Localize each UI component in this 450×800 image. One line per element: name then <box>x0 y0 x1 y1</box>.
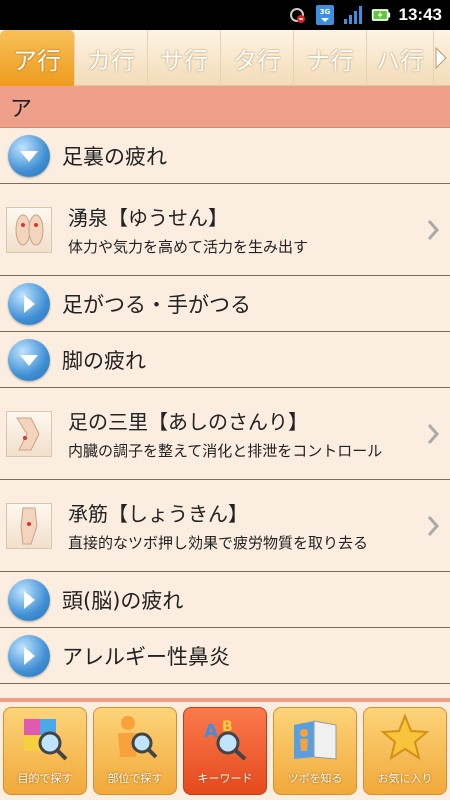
status-bar: 3G 13:43 <box>0 0 450 30</box>
network-3g-icon: 3G <box>315 5 335 25</box>
category-label: 頭(脳)の疲れ <box>62 588 184 613</box>
collapse-icon <box>8 338 50 381</box>
tab-ha-row[interactable]: ハ行 <box>367 30 434 86</box>
search-by-purpose-button[interactable]: 目的で探す <box>3 707 87 795</box>
tsubo-description: 体力や気力を高めて活力を生み出す <box>68 238 309 256</box>
tab-label: ア行 <box>13 46 61 75</box>
expand-icon <box>8 282 50 325</box>
tsubo-item-row[interactable]: 承筋【しょうきん】 直接的なツボ押し効果で疲労物質を取り去る <box>0 480 450 572</box>
tab-label: ナ行 <box>306 46 354 75</box>
category-row[interactable]: 頭(脳)の疲れ <box>0 572 450 628</box>
foot-sole-thumbnail <box>6 206 52 253</box>
tab-label: タ行 <box>233 46 281 75</box>
tsubo-title: 承筋【しょうきん】 <box>68 502 248 526</box>
tsubo-list: 足裏の疲れ 湧泉【ゆうせん】 体力や気力を高めて活力を生み出す 足がつる・手がつ… <box>0 128 450 698</box>
tsubo-title: 足の三里【あしのさんり】 <box>68 410 308 434</box>
chevron-right-icon <box>427 219 440 240</box>
tsubo-item-row[interactable]: 湧泉【ゆうせん】 体力や気力を高めて活力を生み出す <box>0 184 450 276</box>
svg-text:A: A <box>204 721 218 742</box>
tab-na-row[interactable]: ナ行 <box>294 30 367 86</box>
tab-label: サ行 <box>160 46 208 75</box>
chevron-right-icon <box>427 423 440 444</box>
category-row[interactable]: 脚の疲れ <box>0 332 450 388</box>
section-label: ア <box>10 96 33 122</box>
tsubo-description: 直接的なツボ押し効果で疲労物質を取り去る <box>68 534 369 552</box>
book-figure-icon <box>289 712 341 764</box>
category-row[interactable]: 足がつる・手がつる <box>0 276 450 332</box>
tab-label: ハ行 <box>376 46 424 75</box>
calf-thumbnail <box>6 502 52 549</box>
category-label: 足裏の疲れ <box>62 144 167 169</box>
section-header: ア <box>0 86 450 128</box>
category-row[interactable]: アレルギー性鼻炎 <box>0 628 450 684</box>
tab-label: カ行 <box>87 46 135 75</box>
tsubo-item-row[interactable]: 足の三里【あしのさんり】 内臓の調子を整えて消化と排泄をコントロール <box>0 388 450 480</box>
knee-thumbnail <box>6 410 52 457</box>
favorites-button[interactable]: お気に入り <box>363 707 447 795</box>
star-icon <box>379 712 431 764</box>
body-magnifier-icon <box>109 712 161 764</box>
search-by-body-part-button[interactable]: 部位で探す <box>93 707 177 795</box>
kana-tab-bar: ア行 カ行 サ行 タ行 ナ行 ハ行 <box>0 30 450 86</box>
category-row[interactable]: 足裏の疲れ <box>0 128 450 184</box>
expand-icon <box>8 634 50 677</box>
button-label: キーワード <box>197 772 253 785</box>
tab-a-row[interactable]: ア行 <box>0 30 75 86</box>
button-label: 部位で探す <box>107 772 163 785</box>
bottom-nav: 目的で探す 部位で探す AB キーワード ツボを知る お気に入り <box>0 698 450 800</box>
tab-ta-row[interactable]: タ行 <box>221 30 294 86</box>
button-label: お気に入り <box>377 772 433 785</box>
collapse-icon <box>8 134 50 177</box>
button-label: ツボを知る <box>287 772 343 785</box>
letters-magnifier-icon: AB <box>199 712 251 764</box>
battery-charging-icon <box>371 5 391 25</box>
scroll-right-arrow-icon[interactable] <box>434 30 448 85</box>
tab-sa-row[interactable]: サ行 <box>148 30 221 86</box>
svg-text:3G: 3G <box>319 8 330 16</box>
button-label: 目的で探す <box>17 772 73 785</box>
signal-icon <box>343 5 363 25</box>
tsubo-title: 湧泉【ゆうせん】 <box>68 206 228 230</box>
learn-tsubo-button[interactable]: ツボを知る <box>273 707 357 795</box>
tab-ka-row[interactable]: カ行 <box>75 30 148 86</box>
category-label: 足がつる・手がつる <box>62 292 251 317</box>
category-label: アレルギー性鼻炎 <box>62 644 230 669</box>
expand-icon <box>8 578 50 621</box>
alarm-muted-icon <box>287 5 307 25</box>
keyword-search-button[interactable]: AB キーワード <box>183 707 267 795</box>
tsubo-description: 内臓の調子を整えて消化と排泄をコントロール <box>68 442 383 460</box>
chevron-right-icon <box>427 515 440 536</box>
puzzle-magnifier-icon <box>19 712 71 764</box>
category-label: 脚の疲れ <box>62 348 146 373</box>
status-time: 13:43 <box>398 5 442 24</box>
